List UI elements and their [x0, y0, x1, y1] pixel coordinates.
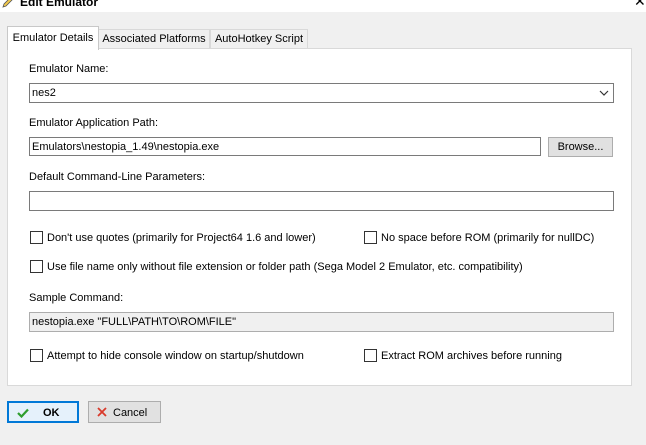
- browse-button[interactable]: Browse...: [548, 137, 613, 157]
- extract-archives-checkbox[interactable]: [364, 349, 377, 362]
- cmdline-label: Default Command-Line Parameters:: [29, 171, 206, 183]
- close-icon[interactable]: ✕: [634, 0, 646, 8]
- chevron-down-icon[interactable]: [599, 85, 609, 101]
- sample-command-field[interactable]: nestopia.exe "FULL\PATH\TO\ROM\FILE": [29, 312, 614, 332]
- checkmark-icon: [17, 408, 29, 418]
- app-path-label: Emulator Application Path:: [29, 117, 159, 129]
- hide-console-checkbox[interactable]: [30, 349, 43, 362]
- app-path-input[interactable]: Emulators\nestopia_1.49\nestopia.exe: [29, 137, 541, 156]
- filename-only-label[interactable]: Use file name only without file extensio…: [47, 260, 523, 274]
- tab-autohotkey-script[interactable]: AutoHotkey Script: [210, 29, 308, 49]
- no-space-checkbox[interactable]: [364, 231, 377, 244]
- tab-associated-platforms[interactable]: Associated Platforms: [98, 29, 210, 49]
- cancel-label: Cancel: [113, 407, 148, 419]
- cmdline-input[interactable]: [29, 191, 614, 211]
- filename-only-checkbox[interactable]: [30, 260, 43, 273]
- emulator-name-value: nes2: [32, 87, 56, 99]
- emulator-name-dropdown[interactable]: nes2: [29, 83, 614, 103]
- no-space-label[interactable]: No space before ROM (primarily for nullD…: [381, 231, 594, 245]
- cancel-button[interactable]: Cancel: [88, 401, 161, 423]
- window-title: Edit Emulator: [20, 0, 99, 9]
- emulator-name-label: Emulator Name:: [29, 63, 109, 75]
- cancel-x-icon: [97, 407, 107, 417]
- extract-archives-label[interactable]: Extract ROM archives before running: [381, 349, 562, 363]
- hide-console-label[interactable]: Attempt to hide console window on startu…: [47, 349, 304, 363]
- ok-label: OK: [43, 407, 60, 419]
- no-quotes-label[interactable]: Don't use quotes (primarily for Project6…: [47, 231, 316, 245]
- sample-command-label: Sample Command:: [29, 292, 124, 304]
- tab-emulator-details[interactable]: Emulator Details: [7, 26, 99, 50]
- pencil-icon: [2, 0, 13, 8]
- no-quotes-checkbox[interactable]: [30, 231, 43, 244]
- ok-button[interactable]: OK: [7, 401, 79, 423]
